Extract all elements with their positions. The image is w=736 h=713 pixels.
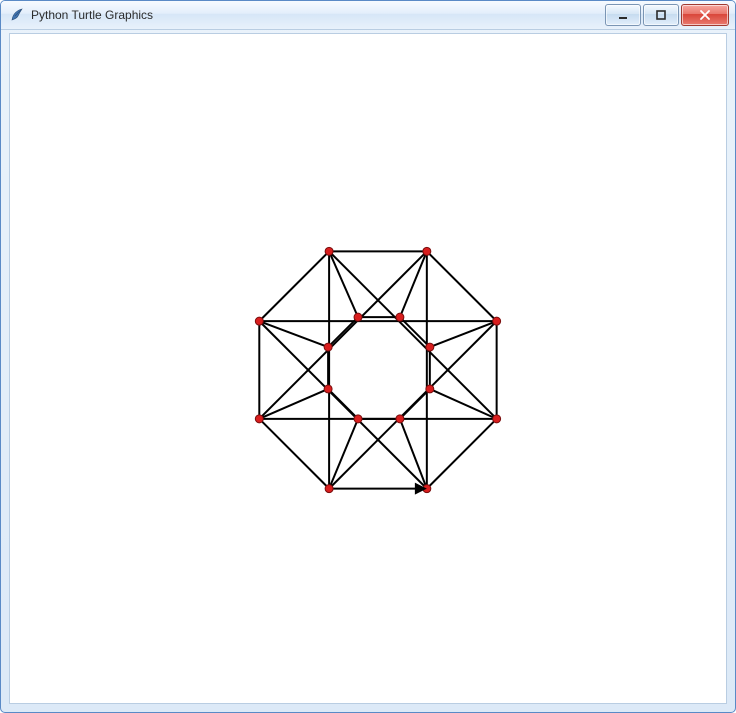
client-area	[9, 33, 727, 704]
edge	[400, 419, 427, 489]
edge	[329, 321, 497, 488]
edge	[329, 251, 358, 317]
vertex-dot	[426, 385, 434, 393]
vertex-dot	[255, 415, 263, 423]
vertex-dot	[396, 313, 404, 321]
titlebar[interactable]: Python Turtle Graphics	[1, 1, 735, 30]
vertex-dot	[324, 343, 332, 351]
edge	[430, 321, 497, 347]
python-feather-icon	[9, 7, 25, 23]
vertex-dot	[354, 313, 362, 321]
turtle-canvas	[10, 34, 726, 703]
vertex-dot	[493, 317, 501, 325]
vertex-dot	[354, 415, 362, 423]
edge	[430, 389, 497, 419]
vertex-dot	[423, 247, 431, 255]
maximize-button[interactable]	[643, 4, 679, 26]
edge	[427, 419, 497, 489]
vertex-dot	[324, 385, 332, 393]
window-title: Python Turtle Graphics	[31, 8, 603, 22]
edge	[329, 419, 358, 489]
vertex-dot	[426, 343, 434, 351]
edge	[329, 251, 497, 418]
vertex-dot	[325, 247, 333, 255]
edge	[259, 321, 328, 347]
edge	[259, 419, 329, 489]
vertex-dot	[396, 415, 404, 423]
edge	[259, 389, 328, 419]
window-controls	[603, 4, 729, 26]
vertex-dot	[493, 415, 501, 423]
vertex-dot	[325, 485, 333, 493]
app-window: Python Turtle Graphics	[0, 0, 736, 713]
minimize-button[interactable]	[605, 4, 641, 26]
edge	[427, 251, 497, 321]
edge	[259, 251, 329, 321]
tesseract-drawing	[10, 34, 726, 703]
edge	[400, 251, 427, 317]
vertex-dot	[255, 317, 263, 325]
edge	[259, 251, 427, 418]
edge	[259, 321, 427, 488]
close-button[interactable]	[681, 4, 729, 26]
